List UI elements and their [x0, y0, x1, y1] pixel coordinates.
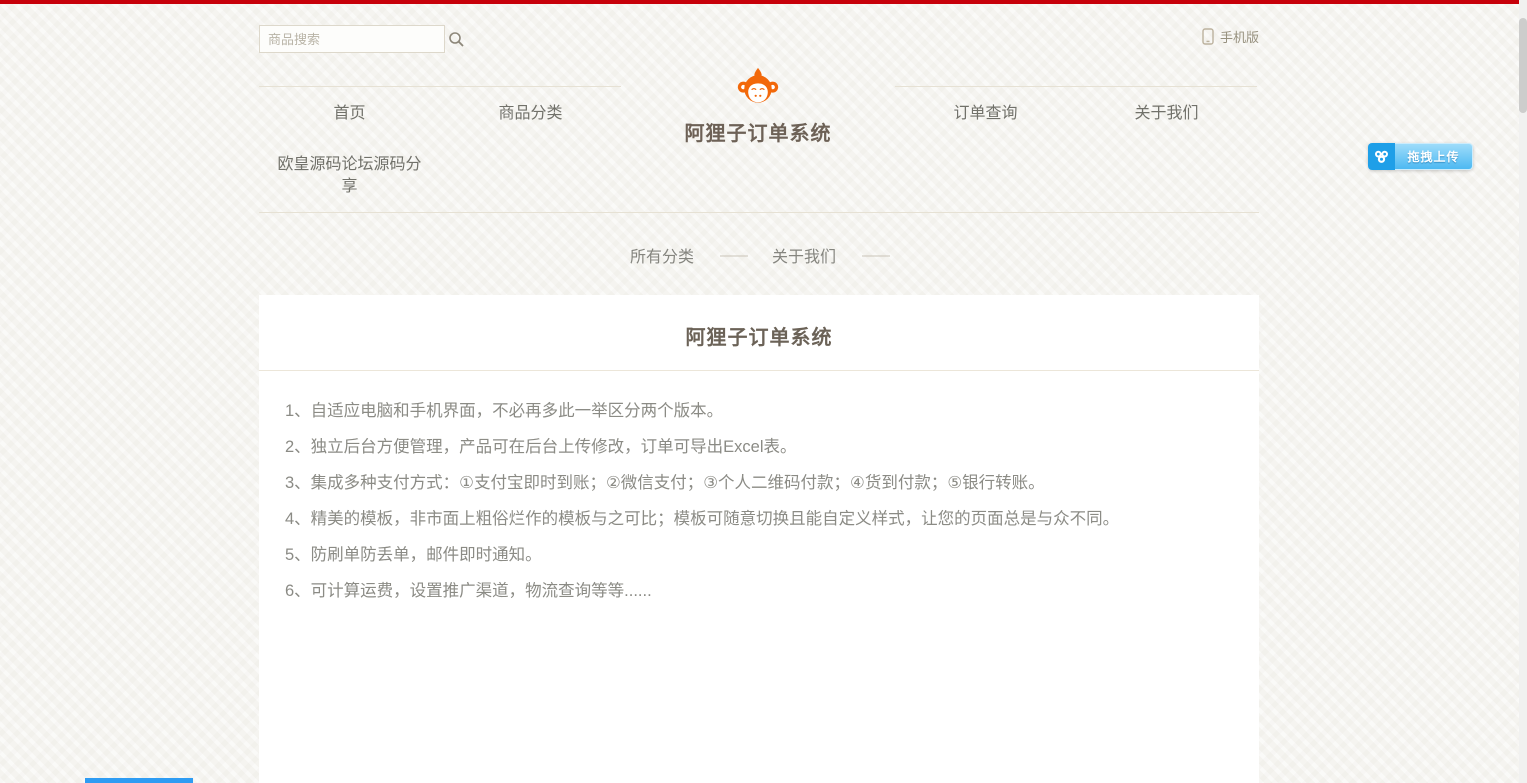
- feature-item: 6、可计算运费，设置推广渠道，物流查询等等......: [285, 573, 1233, 609]
- nav-item-categories[interactable]: 商品分类: [440, 86, 621, 146]
- top-accent-line: [0, 0, 1527, 4]
- feature-item: 5、防刷单防丢单，邮件即时通知。: [285, 537, 1233, 573]
- netdisk-upload-label: 拖拽上传: [1395, 143, 1473, 170]
- nav-item-forum[interactable]: 欧皇源码论坛源码分享: [259, 146, 440, 212]
- mobile-version-label: 手机版: [1220, 27, 1259, 46]
- feature-list: 1、自适应电脑和手机界面，不必再多此一举区分两个版本。 2、独立后台方便管理，产…: [285, 393, 1233, 609]
- dash-left: ——: [720, 247, 746, 264]
- vertical-scrollbar[interactable]: [1519, 0, 1527, 783]
- nav-logo-cell: 阿狸子订单系统: [621, 86, 895, 146]
- nav-item-about[interactable]: 关于我们: [1076, 86, 1257, 146]
- site-logo[interactable]: 阿狸子订单系统: [643, 66, 873, 146]
- mobile-version-link[interactable]: 手机版: [1202, 27, 1259, 46]
- breadcrumb: 所有分类 —— 关于我们 ——: [259, 243, 1259, 267]
- feature-item: 4、精美的模板，非市面上粗俗烂作的模板与之可比；模板可随意切换且能自定义样式，让…: [285, 501, 1233, 537]
- current-category[interactable]: 关于我们: [772, 243, 836, 267]
- nav-item-order-query[interactable]: 订单查询: [895, 86, 1076, 146]
- main-container: 手机版 首页 商品分类: [259, 0, 1259, 783]
- search-icon: [448, 31, 465, 48]
- bottom-accent-line: [85, 778, 193, 783]
- feature-item: 3、集成多种支付方式：①支付宝即时到账；②微信支付；③个人二维码付款；④货到付款…: [285, 465, 1233, 501]
- search-button[interactable]: [448, 26, 465, 52]
- site-title: 阿狸子订单系统: [643, 117, 873, 146]
- feature-item: 2、独立后台方便管理，产品可在后台上传修改，订单可导出Excel表。: [285, 429, 1233, 465]
- content-card-header: 阿狸子订单系统: [259, 295, 1259, 371]
- monkey-logo-icon: [736, 66, 780, 110]
- content-card-body: 1、自适应电脑和手机界面，不必再多此一举区分两个版本。 2、独立后台方便管理，产…: [259, 371, 1259, 631]
- phone-icon: [1202, 28, 1214, 45]
- dash-right: ——: [862, 247, 888, 264]
- content-card: 阿狸子订单系统 1、自适应电脑和手机界面，不必再多此一举区分两个版本。 2、独立…: [259, 295, 1259, 783]
- main-nav: 首页 商品分类: [259, 86, 1259, 213]
- scrollbar-thumb[interactable]: [1519, 18, 1527, 113]
- page-background: 手机版 首页 商品分类: [0, 0, 1527, 783]
- netdisk-icon: [1368, 143, 1395, 170]
- all-categories-link[interactable]: 所有分类: [630, 243, 694, 267]
- feature-item: 1、自适应电脑和手机界面，不必再多此一举区分两个版本。: [285, 393, 1233, 429]
- search-input[interactable]: [260, 32, 448, 47]
- netdisk-upload-widget[interactable]: 拖拽上传: [1368, 143, 1473, 170]
- nav-item-home[interactable]: 首页: [259, 86, 440, 146]
- search-box: [259, 25, 445, 53]
- page-title: 阿狸子订单系统: [259, 321, 1259, 350]
